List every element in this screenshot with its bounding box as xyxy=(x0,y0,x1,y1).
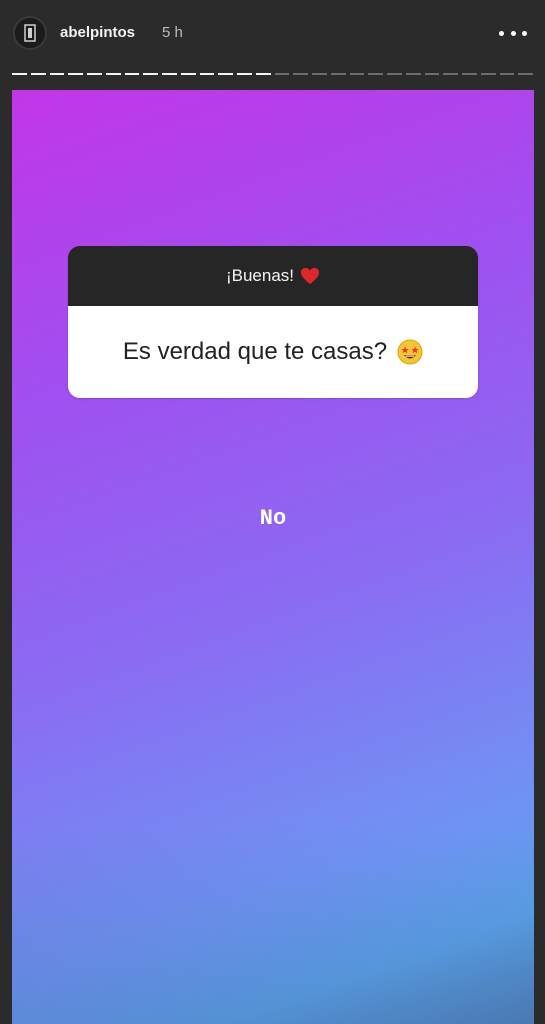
progress-segment xyxy=(499,73,515,75)
progress-segment xyxy=(518,73,533,75)
question-sticker-body: Es verdad que te casas? xyxy=(68,306,478,398)
more-horizontal-icon xyxy=(499,30,504,36)
profile-avatar-icon xyxy=(15,18,45,48)
progress-segment xyxy=(162,73,177,75)
progress-segment xyxy=(312,73,327,75)
progress-segment xyxy=(349,73,365,75)
progress-segment xyxy=(424,73,440,75)
question-sticker: ¡Buenas! Es verdad que te casas? xyxy=(68,246,478,398)
progress-segment xyxy=(237,73,252,75)
red-heart-icon xyxy=(301,267,320,285)
avatar[interactable] xyxy=(13,16,47,50)
story-canvas[interactable]: ¡Buenas! Es verdad que te casas? No xyxy=(12,90,534,1024)
question-sticker-header: ¡Buenas! xyxy=(68,246,478,306)
progress-segment xyxy=(12,73,27,75)
star-struck-emoji-icon xyxy=(397,339,423,365)
question-text: Es verdad que te casas? xyxy=(122,338,388,365)
progress-segment xyxy=(218,73,233,75)
progress-segment xyxy=(143,73,158,75)
progress-segment xyxy=(443,73,458,75)
progress-segment xyxy=(293,73,308,75)
progress-segment xyxy=(330,73,346,75)
answer-text: No xyxy=(259,506,287,531)
question-prompt: ¡Buenas! xyxy=(225,266,295,285)
username[interactable]: abelpintos xyxy=(60,24,135,41)
progress-segment xyxy=(199,73,215,75)
story-progress-bar xyxy=(12,73,533,76)
progress-segment xyxy=(480,73,496,75)
more-options-button[interactable] xyxy=(499,24,527,42)
story-background-fade xyxy=(12,824,534,1024)
progress-segment xyxy=(87,73,102,75)
more-horizontal-icon xyxy=(510,30,516,36)
progress-segment xyxy=(387,73,402,75)
progress-segment xyxy=(124,73,140,75)
progress-segment xyxy=(405,73,421,75)
progress-segment xyxy=(255,73,271,75)
progress-segment xyxy=(68,73,83,75)
progress-segment xyxy=(105,73,121,75)
story-header: abelpintos 5 h xyxy=(0,0,545,66)
story-viewer: abelpintos 5 h ¡Buenas! Es verdad que te… xyxy=(0,0,545,1024)
progress-segment xyxy=(49,73,65,75)
more-horizontal-icon xyxy=(522,30,527,36)
post-time: 5 h xyxy=(162,24,183,41)
progress-segment xyxy=(30,73,46,75)
progress-segment xyxy=(368,73,383,75)
progress-segment xyxy=(274,73,290,75)
progress-segment xyxy=(180,73,196,75)
progress-segment xyxy=(462,73,477,75)
